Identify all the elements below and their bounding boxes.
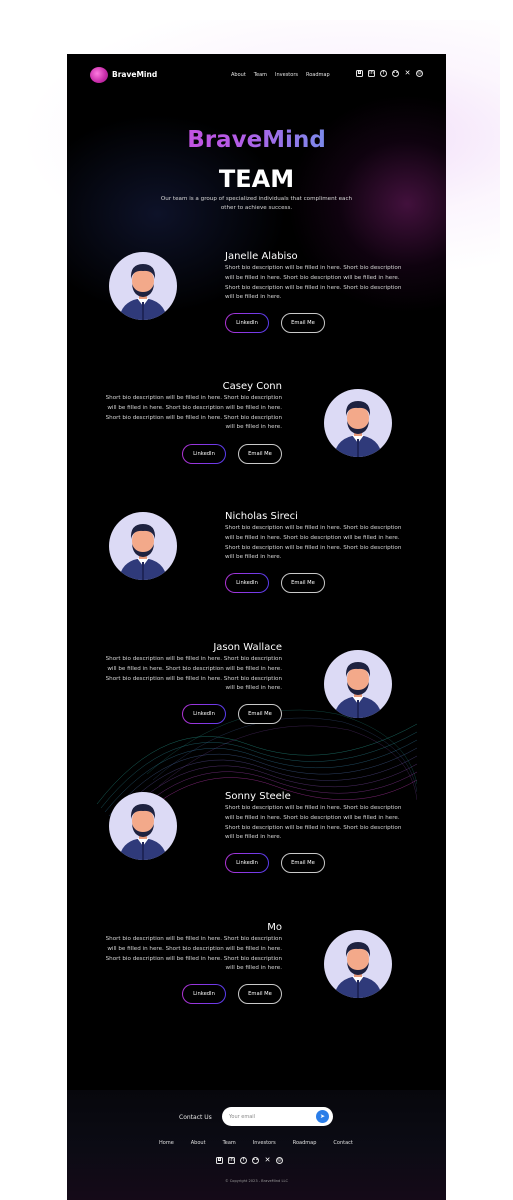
member-actions: LinkedIn Email Me: [225, 573, 325, 593]
member-name: Sonny Steele: [225, 791, 291, 802]
linkedin-button[interactable]: LinkedIn: [182, 984, 226, 1004]
medium-icon[interactable]: ••: [252, 1157, 259, 1164]
contact-us-label: Contact Us: [179, 1114, 212, 1121]
member-avatar: [109, 252, 177, 320]
member-name: Mo: [267, 922, 282, 933]
member-avatar: [109, 512, 177, 580]
member-card: Mo Short bio description will be filled …: [99, 922, 282, 974]
email-me-button[interactable]: Email Me: [238, 704, 282, 724]
member-card: Janelle Alabiso Short bio description wi…: [225, 251, 408, 303]
linkedin-icon[interactable]: in: [368, 70, 375, 77]
member-bio: Short bio description will be filled in …: [105, 656, 282, 692]
nav-link-team[interactable]: Team: [254, 72, 267, 78]
nav-link-roadmap[interactable]: Roadmap: [306, 72, 330, 78]
footer-link-contact[interactable]: Contact: [333, 1140, 352, 1146]
member-bio: Short bio description will be filled in …: [225, 265, 402, 301]
member-name: Nicholas Sireci: [225, 511, 298, 522]
facebook-icon[interactable]: f: [380, 70, 387, 77]
member-name: Casey Conn: [222, 381, 282, 392]
member-actions: LinkedIn Email Me: [182, 984, 282, 1004]
hero-brand-title: BraveMind: [67, 127, 446, 153]
linkedin-button[interactable]: LinkedIn: [182, 704, 226, 724]
brand-logo-text[interactable]: BraveMind: [112, 70, 157, 79]
site-footer: Contact Us ➤ Home About Team Investors R…: [67, 1090, 446, 1200]
send-icon[interactable]: ➤: [316, 1110, 329, 1123]
copyright-text: © Copyright 2023 - BraveMind LLC: [225, 1179, 288, 1183]
footer-link-home[interactable]: Home: [159, 1140, 174, 1146]
member-avatar: [324, 389, 392, 457]
footer-link-investors[interactable]: Investors: [253, 1140, 276, 1146]
instagram-icon[interactable]: ◎: [416, 70, 423, 77]
discord-icon[interactable]: ◘: [216, 1157, 223, 1164]
member-name: Jason Wallace: [213, 642, 282, 653]
footer-link-roadmap[interactable]: Roadmap: [293, 1140, 317, 1146]
footer-link-about[interactable]: About: [191, 1140, 206, 1146]
email-me-button[interactable]: Email Me: [281, 573, 325, 593]
footer-links: Home About Team Investors Roadmap Contac…: [159, 1140, 353, 1146]
member-bio: Short bio description will be filled in …: [105, 936, 282, 972]
member-actions: LinkedIn Email Me: [225, 313, 325, 333]
member-actions: LinkedIn Email Me: [182, 704, 282, 724]
footer-social-icons: ◘ in f •• ✕ ◎: [216, 1157, 283, 1164]
footer-link-team[interactable]: Team: [223, 1140, 236, 1146]
member-bio: Short bio description will be filled in …: [105, 395, 282, 431]
nav-link-investors[interactable]: Investors: [275, 72, 298, 78]
member-card: Sonny Steele Short bio description will …: [225, 791, 408, 843]
linkedin-button[interactable]: LinkedIn: [225, 853, 269, 873]
email-input[interactable]: [229, 1111, 309, 1122]
x-icon[interactable]: ✕: [404, 70, 411, 77]
page-title: TEAM: [218, 165, 295, 193]
member-bio: Short bio description will be filled in …: [225, 805, 402, 841]
hero-subtitle: Our team is a group of specialized indiv…: [160, 196, 353, 211]
facebook-icon[interactable]: f: [240, 1157, 247, 1164]
member-avatar: [324, 930, 392, 998]
email-me-button[interactable]: Email Me: [238, 444, 282, 464]
member-bio: Short bio description will be filled in …: [225, 525, 402, 561]
member-name: Janelle Alabiso: [225, 251, 298, 262]
member-card: Nicholas Sireci Short bio description wi…: [225, 511, 408, 563]
member-avatar: [324, 650, 392, 718]
top-nav: BraveMind About Team Investors Roadmap ◘…: [67, 54, 446, 98]
email-me-button[interactable]: Email Me: [281, 853, 325, 873]
member-card: Jason Wallace Short bio description will…: [99, 642, 282, 694]
newsletter-form: ➤: [222, 1107, 333, 1126]
instagram-icon[interactable]: ◎: [276, 1157, 283, 1164]
nav-social-icons: ◘ in f •• ✕ ◎: [356, 70, 423, 77]
nav-link-about[interactable]: About: [231, 72, 246, 78]
brain-logo-icon[interactable]: [90, 67, 108, 83]
member-avatar: [109, 792, 177, 860]
medium-icon[interactable]: ••: [392, 70, 399, 77]
member-actions: LinkedIn Email Me: [182, 444, 282, 464]
email-me-button[interactable]: Email Me: [281, 313, 325, 333]
member-card: Casey Conn Short bio description will be…: [99, 381, 282, 433]
x-icon[interactable]: ✕: [264, 1157, 271, 1164]
linkedin-button[interactable]: LinkedIn: [225, 313, 269, 333]
member-actions: LinkedIn Email Me: [225, 853, 325, 873]
linkedin-button[interactable]: LinkedIn: [182, 444, 226, 464]
nav-links: About Team Investors Roadmap: [231, 72, 330, 78]
linkedin-button[interactable]: LinkedIn: [225, 573, 269, 593]
linkedin-icon[interactable]: in: [228, 1157, 235, 1164]
discord-icon[interactable]: ◘: [356, 70, 363, 77]
site-frame: BraveMind About Team Investors Roadmap ◘…: [67, 54, 446, 1200]
email-me-button[interactable]: Email Me: [238, 984, 282, 1004]
